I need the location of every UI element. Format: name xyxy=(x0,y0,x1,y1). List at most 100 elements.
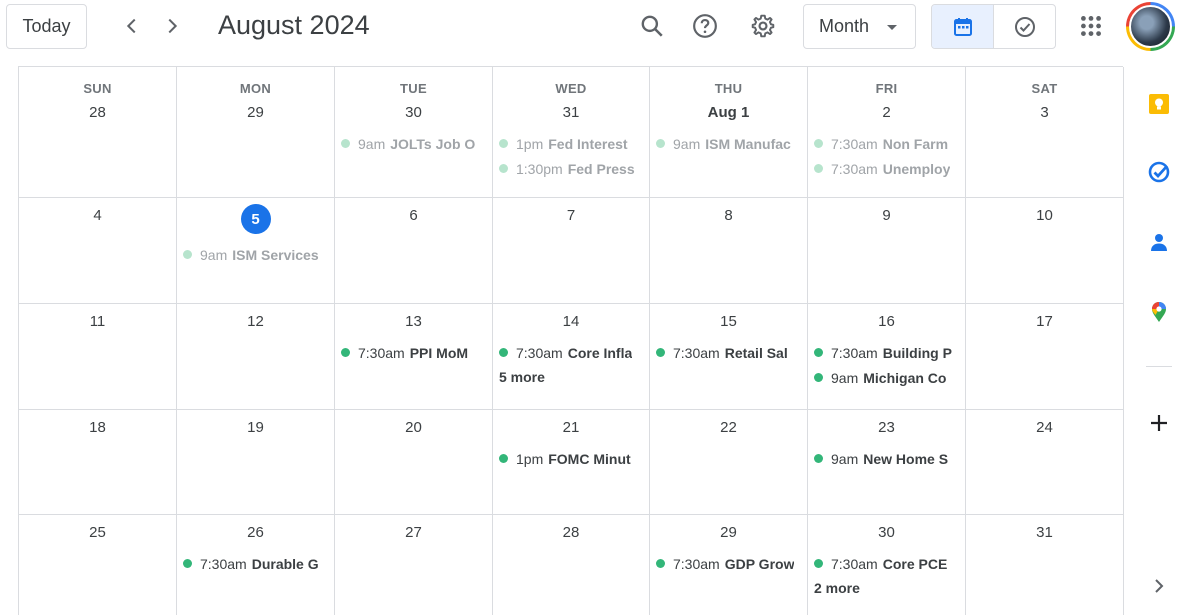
day-cell[interactable]: 28 xyxy=(493,515,650,615)
day-cell[interactable]: 7 xyxy=(493,198,650,304)
day-cell[interactable]: 14 7:30am Core Infla 5 more xyxy=(493,304,650,410)
day-number[interactable]: 27 xyxy=(335,523,492,543)
day-number[interactable]: 16 xyxy=(808,312,965,332)
day-number[interactable]: 28 xyxy=(19,103,176,123)
maps-button[interactable] xyxy=(1146,299,1172,325)
event-chip[interactable]: 9am JOLTs Job O xyxy=(341,131,486,156)
day-number[interactable]: 20 xyxy=(335,418,492,438)
day-number[interactable]: 12 xyxy=(177,312,334,332)
day-cell[interactable]: 20 xyxy=(335,410,493,515)
event-chip[interactable]: 9am ISM Manufac xyxy=(656,131,801,156)
day-cell[interactable]: 11 xyxy=(19,304,177,410)
tasks-view-button[interactable] xyxy=(993,5,1055,48)
day-cell[interactable]: 6 xyxy=(335,198,493,304)
day-cell[interactable]: 15 7:30am Retail Sal xyxy=(650,304,808,410)
event-chip[interactable]: 7:30am Durable G xyxy=(183,551,328,576)
day-number[interactable]: 22 xyxy=(650,418,807,438)
day-cell[interactable]: 13 7:30am PPI MoM xyxy=(335,304,493,410)
event-chip[interactable]: 1:30pm Fed Press xyxy=(499,156,643,181)
day-number[interactable]: 13 xyxy=(335,312,492,332)
day-cell[interactable]: TUE 30 9am JOLTs Job O xyxy=(335,67,493,198)
day-cell[interactable]: 18 xyxy=(19,410,177,515)
day-number[interactable]: 14 xyxy=(493,312,649,332)
day-cell[interactable]: 24 xyxy=(966,410,1124,515)
keep-button[interactable] xyxy=(1146,91,1172,117)
apps-button[interactable] xyxy=(1071,6,1111,46)
day-number[interactable]: 31 xyxy=(966,523,1123,543)
event-chip[interactable]: 7:30am Non Farm xyxy=(814,131,959,156)
day-cell[interactable]: MON 29 xyxy=(177,67,335,198)
day-number[interactable]: 25 xyxy=(19,523,176,543)
event-chip[interactable]: 7:30am Building P xyxy=(814,340,959,365)
day-cell[interactable]: 31 xyxy=(966,515,1124,615)
day-number[interactable]: 29 xyxy=(177,103,334,123)
event-chip[interactable]: 7:30am Unemploy xyxy=(814,156,959,181)
day-number[interactable]: 18 xyxy=(19,418,176,438)
calendar-view-button[interactable] xyxy=(932,5,993,48)
day-cell[interactable]: 17 xyxy=(966,304,1124,410)
day-number[interactable]: 29 xyxy=(650,523,807,543)
day-number[interactable]: 6 xyxy=(335,206,492,226)
event-chip[interactable]: 7:30am PPI MoM xyxy=(341,340,486,365)
day-cell[interactable]: SAT 3 xyxy=(966,67,1124,198)
event-chip[interactable]: 1pm Fed Interest xyxy=(499,131,643,156)
day-number[interactable]: 15 xyxy=(650,312,807,332)
day-cell[interactable]: THU Aug 1 9am ISM Manufac xyxy=(650,67,808,198)
add-addon-button[interactable] xyxy=(1146,410,1172,436)
day-cell[interactable]: 16 7:30am Building P 9am Michigan Co xyxy=(808,304,966,410)
day-cell[interactable]: SUN 28 xyxy=(19,67,177,198)
day-number[interactable]: 26 xyxy=(177,523,334,543)
settings-button[interactable] xyxy=(743,6,783,46)
day-cell[interactable]: 8 xyxy=(650,198,808,304)
tasks-button[interactable] xyxy=(1146,159,1172,185)
event-chip[interactable]: 9am New Home S xyxy=(814,446,959,471)
day-cell[interactable]: 10 xyxy=(966,198,1124,304)
day-number[interactable]: 4 xyxy=(19,206,176,226)
next-month-button[interactable] xyxy=(155,8,189,44)
day-number[interactable]: 23 xyxy=(808,418,965,438)
day-number[interactable]: 30 xyxy=(808,523,965,543)
day-cell[interactable]: 5 9am ISM Services xyxy=(177,198,335,304)
day-cell[interactable]: 27 xyxy=(335,515,493,615)
day-cell[interactable]: FRI 2 7:30am Non Farm 7:30am Unemploy xyxy=(808,67,966,198)
day-number[interactable]: 2 xyxy=(808,103,965,123)
day-cell[interactable]: 25 xyxy=(19,515,177,615)
day-cell[interactable]: 12 xyxy=(177,304,335,410)
day-number[interactable]: 30 xyxy=(335,103,492,123)
day-number[interactable]: 21 xyxy=(493,418,649,438)
previous-month-button[interactable] xyxy=(115,8,149,44)
day-number[interactable]: 8 xyxy=(650,206,807,226)
day-cell[interactable]: 22 xyxy=(650,410,808,515)
event-chip[interactable]: 9am ISM Services xyxy=(183,242,328,267)
search-button[interactable] xyxy=(632,6,672,46)
day-number[interactable]: 19 xyxy=(177,418,334,438)
day-cell[interactable]: 19 xyxy=(177,410,335,515)
day-cell[interactable]: 9 xyxy=(808,198,966,304)
expand-panel-button[interactable] xyxy=(1146,573,1172,599)
event-chip[interactable]: 7:30am Core Infla xyxy=(499,340,643,365)
day-cell[interactable]: 21 1pm FOMC Minut xyxy=(493,410,650,515)
today-button[interactable]: Today xyxy=(6,4,87,49)
day-cell[interactable]: WED 31 1pm Fed Interest 1:30pm Fed Press xyxy=(493,67,650,198)
event-chip[interactable]: 7:30am Retail Sal xyxy=(656,340,801,365)
day-number[interactable]: 7 xyxy=(493,206,649,226)
day-number[interactable]: 3 xyxy=(966,103,1123,123)
day-number[interactable]: 28 xyxy=(493,523,649,543)
account-avatar[interactable] xyxy=(1126,2,1175,51)
day-number[interactable]: 10 xyxy=(966,206,1123,226)
day-cell[interactable]: 29 7:30am GDP Grow xyxy=(650,515,808,615)
day-number[interactable]: 5 xyxy=(240,204,271,234)
day-cell[interactable]: 30 7:30am Core PCE 2 more xyxy=(808,515,966,615)
day-cell[interactable]: 4 xyxy=(19,198,177,304)
day-number[interactable]: 17 xyxy=(966,312,1123,332)
contacts-button[interactable] xyxy=(1146,229,1172,255)
day-cell[interactable]: 26 7:30am Durable G xyxy=(177,515,335,615)
day-cell[interactable]: 23 9am New Home S xyxy=(808,410,966,515)
help-button[interactable] xyxy=(685,6,725,46)
event-chip[interactable]: 1pm FOMC Minut xyxy=(499,446,643,471)
more-events-link[interactable]: 2 more xyxy=(814,576,959,601)
day-number[interactable]: 31 xyxy=(493,103,649,123)
view-select[interactable]: Month xyxy=(803,4,916,49)
day-number[interactable]: 9 xyxy=(808,206,965,226)
day-number[interactable]: 24 xyxy=(966,418,1123,438)
